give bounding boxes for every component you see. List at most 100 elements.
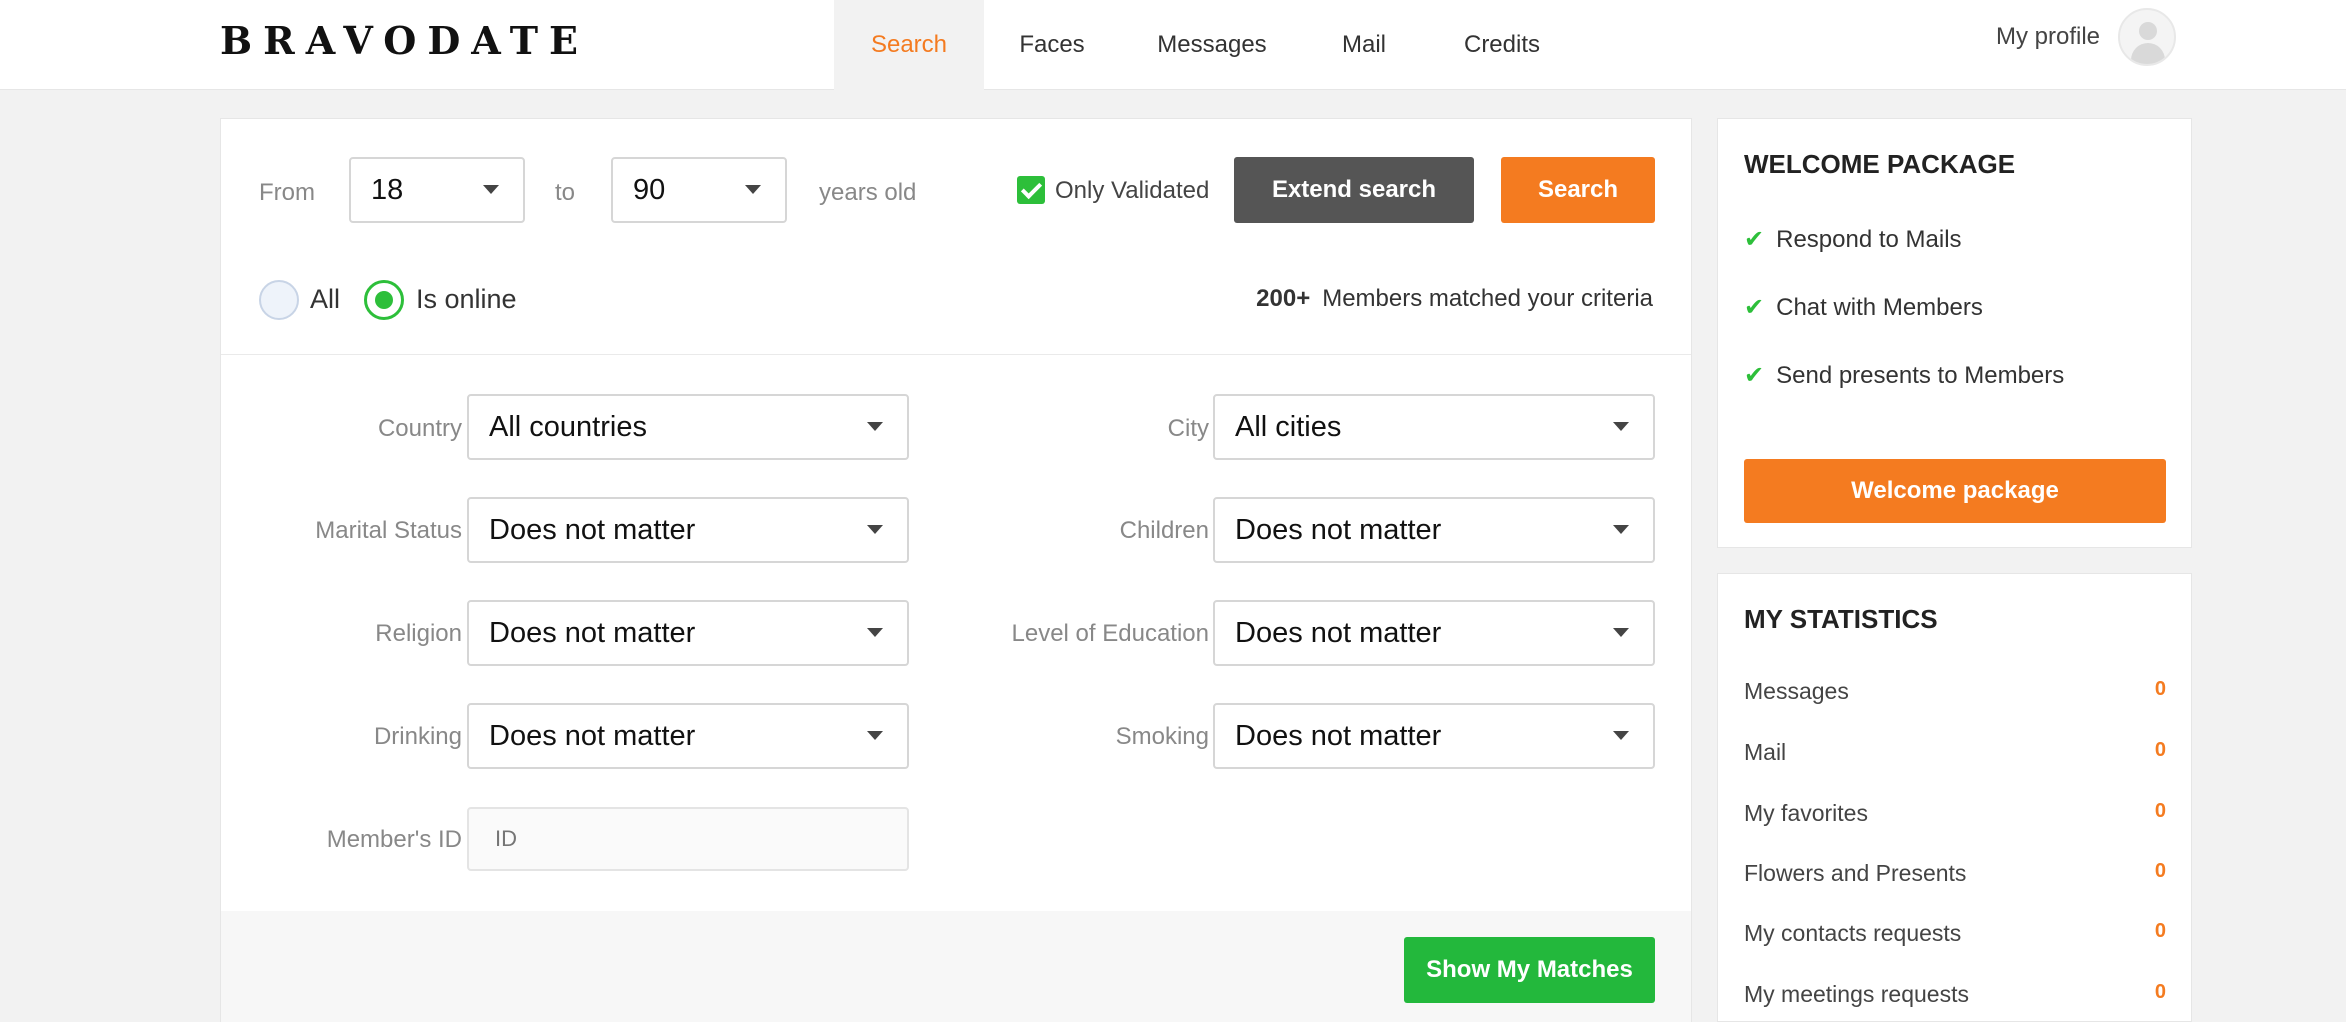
children-select[interactable]: Does not matter: [1213, 497, 1655, 563]
age-to-select[interactable]: 90: [611, 157, 787, 223]
marital-status-value: Does not matter: [489, 513, 696, 546]
stat-row[interactable]: Mail 0: [1744, 739, 2166, 766]
extend-search-button[interactable]: Extend search: [1234, 157, 1474, 223]
age-to-label: to: [555, 179, 576, 206]
welcome-item: ✔ Chat with Members: [1744, 293, 1983, 322]
children-label: Children: [1119, 517, 1209, 544]
stat-label[interactable]: My favorites: [1744, 800, 1868, 827]
city-label: City: [1167, 415, 1209, 442]
check-icon: ✔: [1744, 294, 1765, 321]
marital-status-select[interactable]: Does not matter: [467, 497, 909, 563]
country-value: All countries: [489, 410, 647, 443]
children-value: Does not matter: [1235, 513, 1442, 546]
chevron-down-icon: [483, 185, 499, 194]
profile-menu[interactable]: My profile: [1996, 8, 2176, 66]
drinking-label: Drinking: [373, 723, 462, 750]
search-button[interactable]: Search: [1501, 157, 1655, 223]
chevron-down-icon: [745, 185, 761, 194]
match-count: 200+: [1256, 285, 1311, 312]
stat-value: 0: [2154, 800, 2166, 822]
welcome-package-title: WELCOME PACKAGE: [1744, 149, 2016, 179]
nav-mail[interactable]: Mail: [1304, 0, 1424, 90]
my-statistics-card: MY STATISTICS Messages 0 Mail 0 My favor…: [1717, 573, 2192, 1022]
chevron-down-icon: [867, 731, 883, 740]
member-id-input[interactable]: [467, 807, 909, 871]
chevron-down-icon: [1613, 422, 1629, 431]
chevron-down-icon: [867, 422, 883, 431]
drinking-value: Does not matter: [489, 719, 696, 752]
match-summary: 200+ Members matched your criteria: [1256, 285, 1653, 313]
chevron-down-icon: [1613, 731, 1629, 740]
stat-label[interactable]: Flowers and Presents: [1744, 860, 1966, 887]
drinking-select[interactable]: Does not matter: [467, 703, 909, 769]
welcome-item-label: Respond to Mails: [1776, 225, 1962, 253]
religion-select[interactable]: Does not matter: [467, 600, 909, 666]
check-icon: ✔: [1744, 362, 1765, 389]
education-label: Level of Education: [1011, 620, 1209, 647]
age-from-select[interactable]: 18: [349, 157, 525, 223]
stat-row[interactable]: Flowers and Presents 0: [1744, 860, 2166, 887]
my-statistics-title: MY STATISTICS: [1744, 604, 1938, 634]
radio-all-label[interactable]: All: [310, 284, 340, 315]
main-nav: Search Faces Messages Mail Credits: [834, 0, 1580, 90]
profile-label[interactable]: My profile: [1996, 23, 2100, 51]
chevron-down-icon: [867, 525, 883, 534]
top-header: BRAVODATE Search Faces Messages Mail Cre…: [0, 0, 2346, 90]
stat-label[interactable]: Messages: [1744, 678, 1849, 705]
smoking-label: Smoking: [1115, 723, 1209, 750]
country-label: Country: [377, 415, 462, 442]
education-value: Does not matter: [1235, 616, 1442, 649]
city-value: All cities: [1235, 410, 1342, 443]
religion-value: Does not matter: [489, 616, 696, 649]
religion-label: Religion: [375, 620, 462, 647]
stat-value: 0: [2154, 739, 2166, 761]
welcome-item: ✔ Send presents to Members: [1744, 361, 2064, 390]
stat-value: 0: [2154, 678, 2166, 700]
marital-status-label: Marital Status: [315, 517, 462, 544]
welcome-item: ✔ Respond to Mails: [1744, 225, 1962, 254]
smoking-select[interactable]: Does not matter: [1213, 703, 1655, 769]
radio-all[interactable]: [259, 280, 299, 320]
chevron-down-icon: [867, 628, 883, 637]
radio-is-online[interactable]: [364, 280, 404, 320]
stat-value: 0: [2154, 860, 2166, 882]
radio-is-online-label[interactable]: Is online: [416, 284, 517, 315]
years-old-label: years old: [819, 179, 917, 206]
nav-search[interactable]: Search: [834, 0, 984, 90]
nav-messages[interactable]: Messages: [1120, 0, 1304, 90]
education-select[interactable]: Does not matter: [1213, 600, 1655, 666]
stat-value: 0: [2154, 981, 2166, 1003]
welcome-item-label: Chat with Members: [1776, 293, 1983, 321]
welcome-package-card: WELCOME PACKAGE ✔ Respond to Mails ✔ Cha…: [1717, 118, 2192, 548]
stat-label[interactable]: My meetings requests: [1744, 981, 1969, 1008]
country-select[interactable]: All countries: [467, 394, 909, 460]
match-text: Members matched your criteria: [1322, 285, 1653, 312]
chevron-down-icon: [1613, 628, 1629, 637]
divider: [221, 354, 1691, 355]
age-to-value: 90: [633, 173, 666, 206]
age-from-value: 18: [371, 173, 404, 206]
smoking-value: Does not matter: [1235, 719, 1442, 752]
welcome-package-button[interactable]: Welcome package: [1744, 459, 2166, 523]
welcome-item-label: Send presents to Members: [1776, 361, 2065, 389]
stat-row[interactable]: Messages 0: [1744, 678, 2166, 705]
stat-label[interactable]: My contacts requests: [1744, 920, 1961, 947]
nav-credits[interactable]: Credits: [1424, 0, 1580, 90]
check-icon: ✔: [1744, 226, 1765, 253]
chevron-down-icon: [1613, 525, 1629, 534]
stat-row[interactable]: My contacts requests 0: [1744, 920, 2166, 947]
age-from-label: From: [259, 179, 315, 206]
stat-value: 0: [2154, 920, 2166, 942]
stat-label[interactable]: Mail: [1744, 739, 1786, 766]
site-logo[interactable]: BRAVODATE: [220, 18, 589, 63]
only-validated-checkbox[interactable]: [1017, 176, 1045, 204]
city-select[interactable]: All cities: [1213, 394, 1655, 460]
avatar[interactable]: [2118, 8, 2176, 66]
search-panel: From 18 to 90 years old Only Validated E…: [220, 118, 1692, 1022]
member-id-label: Member's ID: [326, 826, 462, 853]
nav-faces[interactable]: Faces: [984, 0, 1120, 90]
only-validated-label[interactable]: Only Validated: [1055, 177, 1209, 205]
stat-row[interactable]: My meetings requests 0: [1744, 981, 2166, 1008]
stat-row[interactable]: My favorites 0: [1744, 800, 2166, 827]
show-matches-button[interactable]: Show My Matches: [1404, 937, 1655, 1003]
